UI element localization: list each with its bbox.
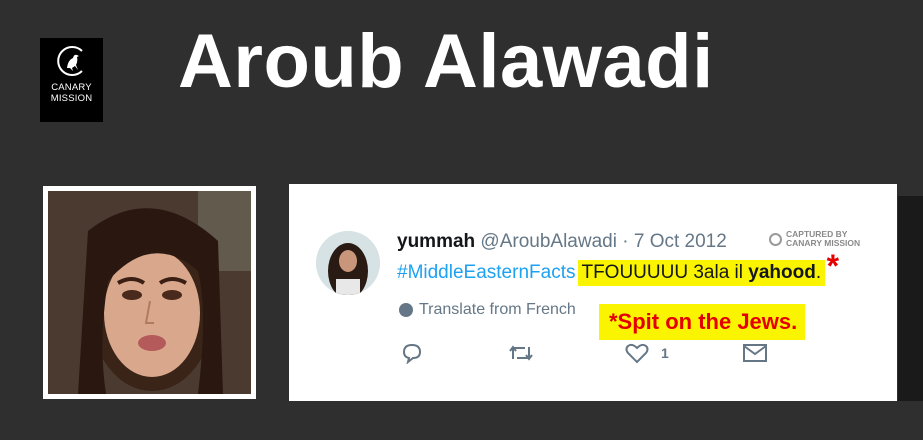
envelope-icon bbox=[743, 344, 767, 362]
profile-photo bbox=[43, 186, 256, 399]
background-edge bbox=[898, 196, 923, 401]
profile-photo-image bbox=[48, 191, 251, 394]
heart-icon bbox=[625, 343, 649, 364]
logo-text-line2: MISSION bbox=[50, 93, 93, 104]
captured-badge: CAPTURED BY CANARY MISSION bbox=[769, 230, 860, 248]
annotation-star: * bbox=[826, 248, 840, 284]
page-title: Aroub Alawadi bbox=[178, 19, 714, 104]
translate-link[interactable]: Translate from French bbox=[399, 301, 576, 319]
like-button[interactable]: 1 bbox=[625, 342, 669, 364]
reply-icon bbox=[402, 343, 422, 364]
logo-text-line1: CANARY bbox=[51, 82, 92, 93]
tweet-separator: · bbox=[622, 231, 629, 252]
retweet-button[interactable] bbox=[508, 342, 534, 364]
globe-icon bbox=[399, 303, 413, 317]
message-button[interactable] bbox=[742, 342, 768, 364]
tweet-text-end: . bbox=[815, 262, 822, 283]
tweet-actions: 1 bbox=[400, 342, 780, 368]
canary-bird-icon bbox=[56, 46, 83, 76]
highlighted-text: TFOUUUUU 3ala il yahood. * bbox=[578, 248, 839, 286]
tweet-avatar[interactable] bbox=[316, 231, 380, 295]
reply-button[interactable] bbox=[400, 342, 424, 364]
translate-label: Translate from French bbox=[419, 301, 576, 318]
tweet-text-bold: yahood bbox=[748, 262, 816, 283]
tweet-handle[interactable]: @AroubAlawadi bbox=[480, 231, 617, 252]
captured-line2: CANARY MISSION bbox=[786, 238, 861, 248]
captured-icon bbox=[769, 232, 782, 246]
tweet-display-name[interactable]: yummah bbox=[397, 231, 475, 252]
tweet-hashtag[interactable]: #MiddleEasternFacts bbox=[397, 262, 575, 284]
retweet-icon bbox=[509, 345, 533, 361]
tweet-avatar-image bbox=[316, 231, 380, 295]
tweet-text-part1: TFOUUUUU 3ala il bbox=[581, 262, 749, 283]
tweet-text: #MiddleEasternFacts TFOUUUUU 3ala il yah… bbox=[397, 248, 839, 286]
tweet-card: yummah @AroubAlawadi · 7 Oct 2012 CAPTUR… bbox=[289, 184, 897, 401]
tweet-header: yummah @AroubAlawadi · 7 Oct 2012 bbox=[397, 231, 727, 253]
tweet-date[interactable]: 7 Oct 2012 bbox=[634, 231, 727, 252]
like-count: 1 bbox=[661, 345, 669, 361]
canary-mission-logo: CANARY MISSION bbox=[40, 38, 103, 122]
translation-note: *Spit on the Jews. bbox=[599, 304, 806, 340]
